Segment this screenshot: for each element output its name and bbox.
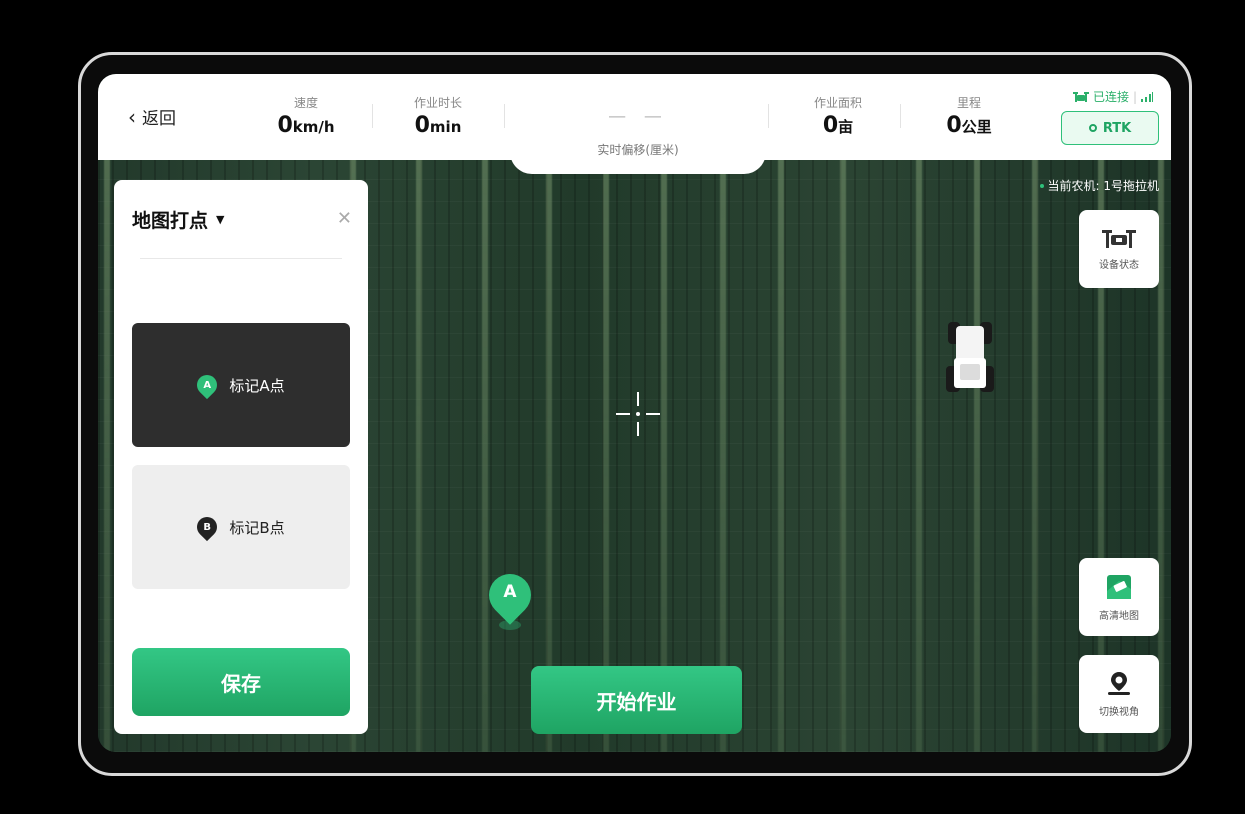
field-row (974, 154, 980, 752)
current-machine-label: 当前农机: 1号拖拉机 (1047, 179, 1160, 193)
back-button[interactable]: ‹ 返回 (128, 104, 176, 130)
mark-b-label: 标记B点 (229, 518, 285, 537)
panel-title: 地图打点 (132, 210, 209, 232)
device-status-label: 设备状态 (1099, 259, 1139, 271)
hd-map-icon (1107, 574, 1131, 599)
speed-stat: 速度 0km/h (268, 94, 344, 138)
close-icon[interactable]: ✕ (337, 208, 352, 229)
app-screen: ‹ 返回 速度 0km/h 作业时长 0min — — 实时偏移(厘米) 作业面… (98, 74, 1171, 752)
duration-value: 0 (414, 113, 430, 138)
drone-icon (1102, 229, 1136, 248)
divider (900, 104, 901, 128)
map-marking-panel: 地图打点 ▼ ✕ A 标记A点 B 标记B点 保存 (114, 180, 368, 734)
hd-map-button[interactable]: 高清地图 (1079, 558, 1159, 636)
chevron-left-icon: ‹ (128, 104, 136, 129)
connection-status: 已连接 | (1072, 88, 1153, 105)
device-status-button[interactable]: 设备状态 (1079, 210, 1159, 288)
field-row (482, 154, 488, 752)
divider (768, 104, 769, 128)
mark-a-label: 标记A点 (229, 376, 285, 395)
pin-a-icon: A (193, 370, 222, 400)
panel-title-dropdown[interactable]: 地图打点 ▼ (132, 206, 224, 233)
location-person-icon (1108, 671, 1130, 695)
area-value: 0 (822, 113, 839, 138)
switch-view-button[interactable]: 切换视角 (1079, 655, 1159, 733)
field-row (546, 154, 552, 752)
rtk-button[interactable]: RTK (1061, 111, 1159, 145)
distance-unit: 公里 (961, 118, 992, 136)
drone-icon (1072, 91, 1089, 102)
signal-icon (1141, 91, 1153, 102)
field-row (661, 154, 667, 752)
offset-value: — — (608, 106, 668, 127)
speed-value: 0 (277, 113, 293, 138)
divider (504, 104, 505, 128)
pin-b-icon: B (193, 512, 222, 542)
duration-label: 作业时长 (413, 96, 462, 110)
rtk-label: RTK (1102, 120, 1132, 136)
tractor-icon[interactable] (946, 320, 994, 396)
field-row (104, 154, 110, 752)
start-work-button[interactable]: 开始作业 (531, 666, 742, 734)
map-pin-a[interactable]: A (480, 565, 540, 636)
duration-stat: 作业时长 0min (398, 94, 478, 138)
switch-view-label: 切换视角 (1099, 706, 1139, 718)
distance-stat: 里程 0公里 (924, 94, 1014, 138)
speed-unit: km/h (292, 118, 335, 136)
rtk-status-icon (1088, 124, 1097, 132)
duration-unit: min (429, 118, 462, 136)
hd-map-label: 高清地图 (1099, 610, 1139, 622)
field-row (603, 154, 609, 752)
map-pin-label: A (503, 582, 517, 602)
back-label: 返回 (142, 109, 176, 129)
connection-label: 已连接 (1092, 90, 1129, 104)
caret-down-icon: ▼ (216, 213, 225, 226)
area-label: 作业面积 (813, 96, 862, 110)
field-row (916, 154, 922, 752)
field-row (416, 154, 422, 752)
field-row (720, 154, 726, 752)
divider (140, 258, 342, 259)
save-button[interactable]: 保存 (132, 648, 350, 716)
divider (372, 104, 373, 128)
area-stat: 作业面积 0亩 (798, 94, 878, 138)
status-bar: ‹ 返回 速度 0km/h 作业时长 0min — — 实时偏移(厘米) 作业面… (98, 74, 1171, 174)
distance-label: 里程 (956, 96, 981, 110)
distance-value: 0 (946, 113, 962, 138)
area-unit: 亩 (838, 118, 854, 136)
speed-label: 速度 (293, 96, 318, 110)
mark-b-button[interactable]: B 标记B点 (132, 465, 350, 589)
crosshair-icon (616, 392, 660, 436)
mark-a-button[interactable]: A 标记A点 (132, 323, 350, 447)
current-machine: 当前农机: 1号拖拉机 (1039, 177, 1160, 194)
status-dot-icon (1039, 183, 1044, 188)
field-row (778, 154, 784, 752)
field-row (840, 154, 846, 752)
connection-separator: | (1132, 89, 1137, 104)
offset-readout: — — 实时偏移(厘米) (510, 74, 766, 174)
field-row (1032, 154, 1038, 752)
offset-label: 实时偏移(厘米) (597, 143, 679, 157)
